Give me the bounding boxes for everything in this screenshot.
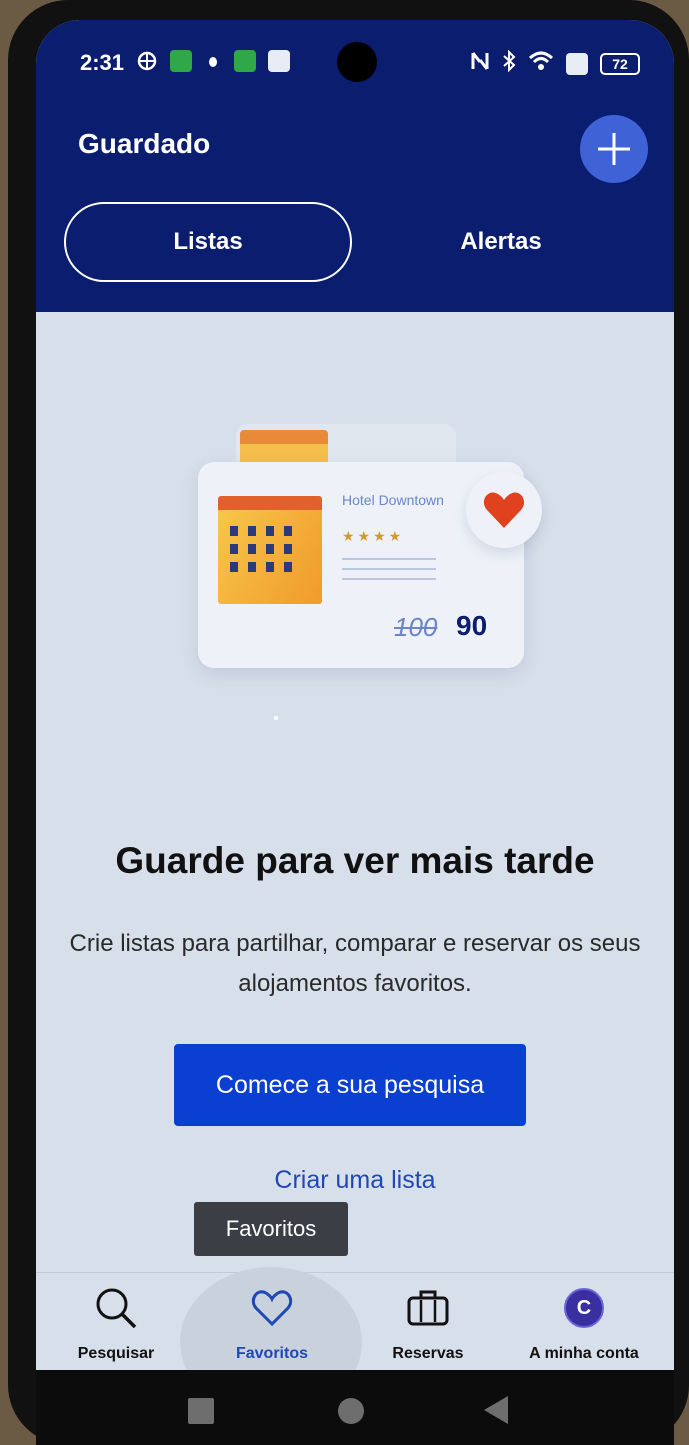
sim-icon <box>566 53 588 75</box>
saved-hotel-illustration: Hotel Downtown ★★★★ 100 90 <box>36 312 674 752</box>
nav-reservas[interactable]: Reservas <box>348 1285 508 1363</box>
camera-cutout <box>337 42 377 82</box>
bottom-navigation: Pesquisar Favoritos Reservas C A minha c… <box>36 1267 674 1370</box>
hotel-name: Hotel Downtown <box>342 492 444 508</box>
avatar: C <box>564 1288 604 1328</box>
nav-label: Reservas <box>392 1345 464 1362</box>
status-time: 2:31 <box>80 50 125 75</box>
empty-state-description: Crie listas para partilhar, comparar e r… <box>69 930 641 997</box>
empty-state-headline: Guarde para ver mais tarde <box>115 840 595 881</box>
nav-pesquisar[interactable]: Pesquisar <box>36 1285 196 1363</box>
nav-label: A minha conta <box>529 1345 639 1362</box>
carousel-dot <box>274 716 278 720</box>
back-button[interactable] <box>484 1396 508 1424</box>
app-notification-icon <box>170 50 192 72</box>
app-header: 2:31 72 Guardado Listas Alertas <box>36 20 674 312</box>
star-rating: ★★★★ <box>342 528 405 544</box>
nfc-icon <box>470 50 490 78</box>
add-list-button[interactable] <box>580 115 648 183</box>
message-icon <box>268 50 290 72</box>
heart-icon <box>483 492 525 528</box>
nav-label: Favoritos <box>235 1345 308 1362</box>
page-title: Guardado <box>78 128 211 159</box>
nav-minha-conta[interactable]: C A minha conta <box>504 1285 664 1363</box>
building-icon <box>218 496 322 604</box>
home-button[interactable] <box>338 1398 364 1424</box>
new-price: 90 <box>456 610 488 641</box>
plus-icon <box>598 133 630 165</box>
start-search-button[interactable]: Comece a sua pesquisa <box>174 1044 526 1126</box>
nav-label: Pesquisar <box>77 1345 155 1362</box>
wifi-icon <box>528 50 554 78</box>
system-status-icons: 72 <box>470 49 640 78</box>
recents-button[interactable] <box>188 1398 214 1424</box>
tab-alertas[interactable]: Alertas <box>396 202 606 282</box>
battery-indicator: 72 <box>600 53 640 75</box>
old-price: 100 <box>394 612 438 642</box>
bluetooth-icon <box>502 49 516 78</box>
favorites-tooltip: Favoritos <box>194 1202 348 1256</box>
bug-icon <box>204 50 222 78</box>
text-placeholder-lines <box>342 558 436 588</box>
app-notification-icon <box>234 50 256 72</box>
notification-icons <box>136 50 290 78</box>
system-navigation-bar <box>36 1370 674 1445</box>
briefcase-icon <box>407 1290 449 1326</box>
tab-listas[interactable]: Listas <box>64 202 352 282</box>
search-icon <box>96 1288 137 1329</box>
app-screen: 2:31 72 Guardado Listas Alertas Hotel Do… <box>36 20 674 1370</box>
status-bar: 2:31 72 <box>36 20 674 104</box>
heart-icon <box>251 1290 293 1327</box>
globe-icon <box>136 50 158 78</box>
nav-favoritos[interactable]: Favoritos <box>192 1285 352 1363</box>
create-list-link[interactable]: Criar uma lista <box>36 1166 674 1195</box>
heart-badge <box>466 472 542 548</box>
